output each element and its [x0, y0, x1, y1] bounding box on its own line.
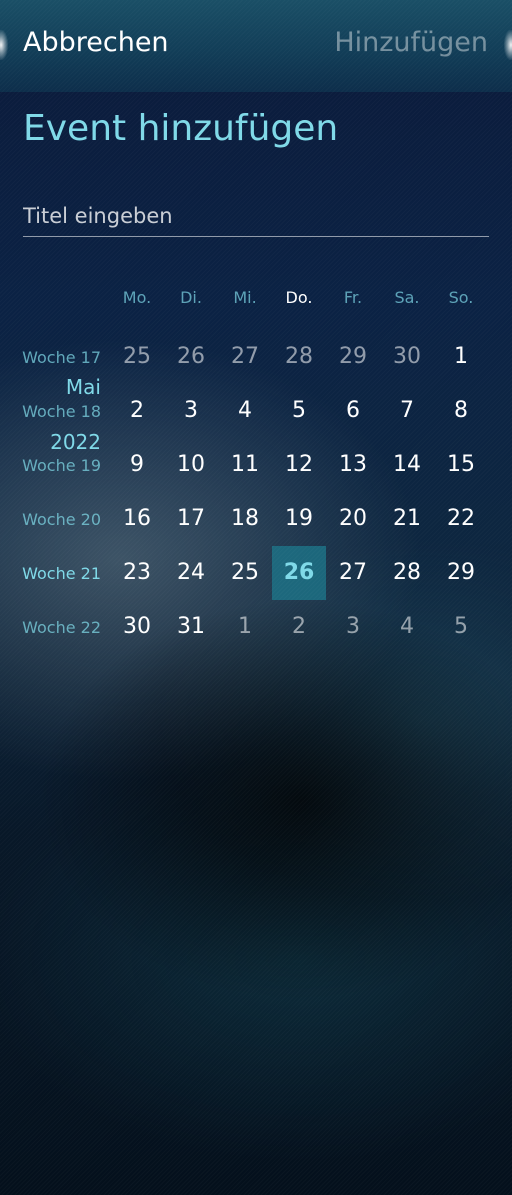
day-cell[interactable]: 9: [110, 438, 164, 492]
week-number-label: Woche 22: [22, 618, 101, 637]
day-cell[interactable]: 5: [272, 384, 326, 438]
day-cell[interactable]: 23: [110, 546, 164, 600]
day-cell[interactable]: 1: [218, 600, 272, 654]
day-cell[interactable]: 20: [326, 492, 380, 546]
day-cell[interactable]: 4: [380, 600, 434, 654]
day-cell[interactable]: 18: [218, 492, 272, 546]
page-title: Event hinzufügen: [23, 108, 339, 149]
day-cell[interactable]: 30: [380, 330, 434, 384]
week-number-label: Woche 20: [22, 510, 101, 529]
day-cell[interactable]: 7: [380, 384, 434, 438]
day-cell[interactable]: 25: [110, 330, 164, 384]
day-cell[interactable]: 17: [164, 492, 218, 546]
day-cell[interactable]: 11: [218, 438, 272, 492]
weekday-header: Mi.: [233, 288, 257, 307]
weekday-header: Di.: [180, 288, 202, 307]
day-cell[interactable]: 12: [272, 438, 326, 492]
day-cell[interactable]: 22: [434, 492, 488, 546]
day-cell[interactable]: 16: [110, 492, 164, 546]
day-cell[interactable]: 3: [326, 600, 380, 654]
day-cell[interactable]: 8: [434, 384, 488, 438]
top-bar: Abbrechen Hinzufügen: [0, 0, 512, 92]
weekday-header: Fr.: [343, 288, 363, 307]
day-cell[interactable]: 26: [164, 330, 218, 384]
day-cell[interactable]: 2: [110, 384, 164, 438]
week-number-label: Woche 17: [22, 348, 101, 367]
month-label: Mai: [65, 375, 101, 399]
add-button[interactable]: Hinzufügen: [334, 27, 488, 58]
day-cell[interactable]: 15: [434, 438, 488, 492]
cancel-button[interactable]: Abbrechen: [23, 27, 169, 58]
day-cell[interactable]: 19: [272, 492, 326, 546]
day-cell[interactable]: 29: [434, 546, 488, 600]
pulley-glow-left: [0, 30, 8, 60]
day-cell[interactable]: 28: [272, 330, 326, 384]
weekday-header: So.: [448, 288, 474, 307]
day-cell[interactable]: 24: [164, 546, 218, 600]
day-cell[interactable]: 30: [110, 600, 164, 654]
day-cell[interactable]: 14: [380, 438, 434, 492]
day-cell[interactable]: 4: [218, 384, 272, 438]
day-cell[interactable]: 25: [218, 546, 272, 600]
day-cell[interactable]: 5: [434, 600, 488, 654]
day-cell[interactable]: 13: [326, 438, 380, 492]
week-number-label: Woche 19: [22, 456, 101, 475]
selected-day-cell[interactable]: 26: [272, 546, 326, 600]
day-cell[interactable]: 29: [326, 330, 380, 384]
day-cell[interactable]: 10: [164, 438, 218, 492]
year-label: 2022: [50, 430, 101, 454]
weekday-header: Do.: [285, 288, 313, 307]
day-cell[interactable]: 28: [380, 546, 434, 600]
day-cell[interactable]: 27: [218, 330, 272, 384]
title-input[interactable]: [23, 196, 489, 237]
day-cell[interactable]: 3: [164, 384, 218, 438]
day-cell[interactable]: 2: [272, 600, 326, 654]
day-cell[interactable]: 27: [326, 546, 380, 600]
day-cell[interactable]: 31: [164, 600, 218, 654]
weekday-header: Sa.: [394, 288, 420, 307]
weekday-header: Mo.: [122, 288, 152, 307]
day-cell[interactable]: 6: [326, 384, 380, 438]
pulley-glow-right: [504, 30, 512, 60]
day-cell[interactable]: 21: [380, 492, 434, 546]
week-number-label: Woche 21: [22, 564, 101, 583]
week-number-label: Woche 18: [22, 402, 101, 421]
day-cell[interactable]: 1: [434, 330, 488, 384]
